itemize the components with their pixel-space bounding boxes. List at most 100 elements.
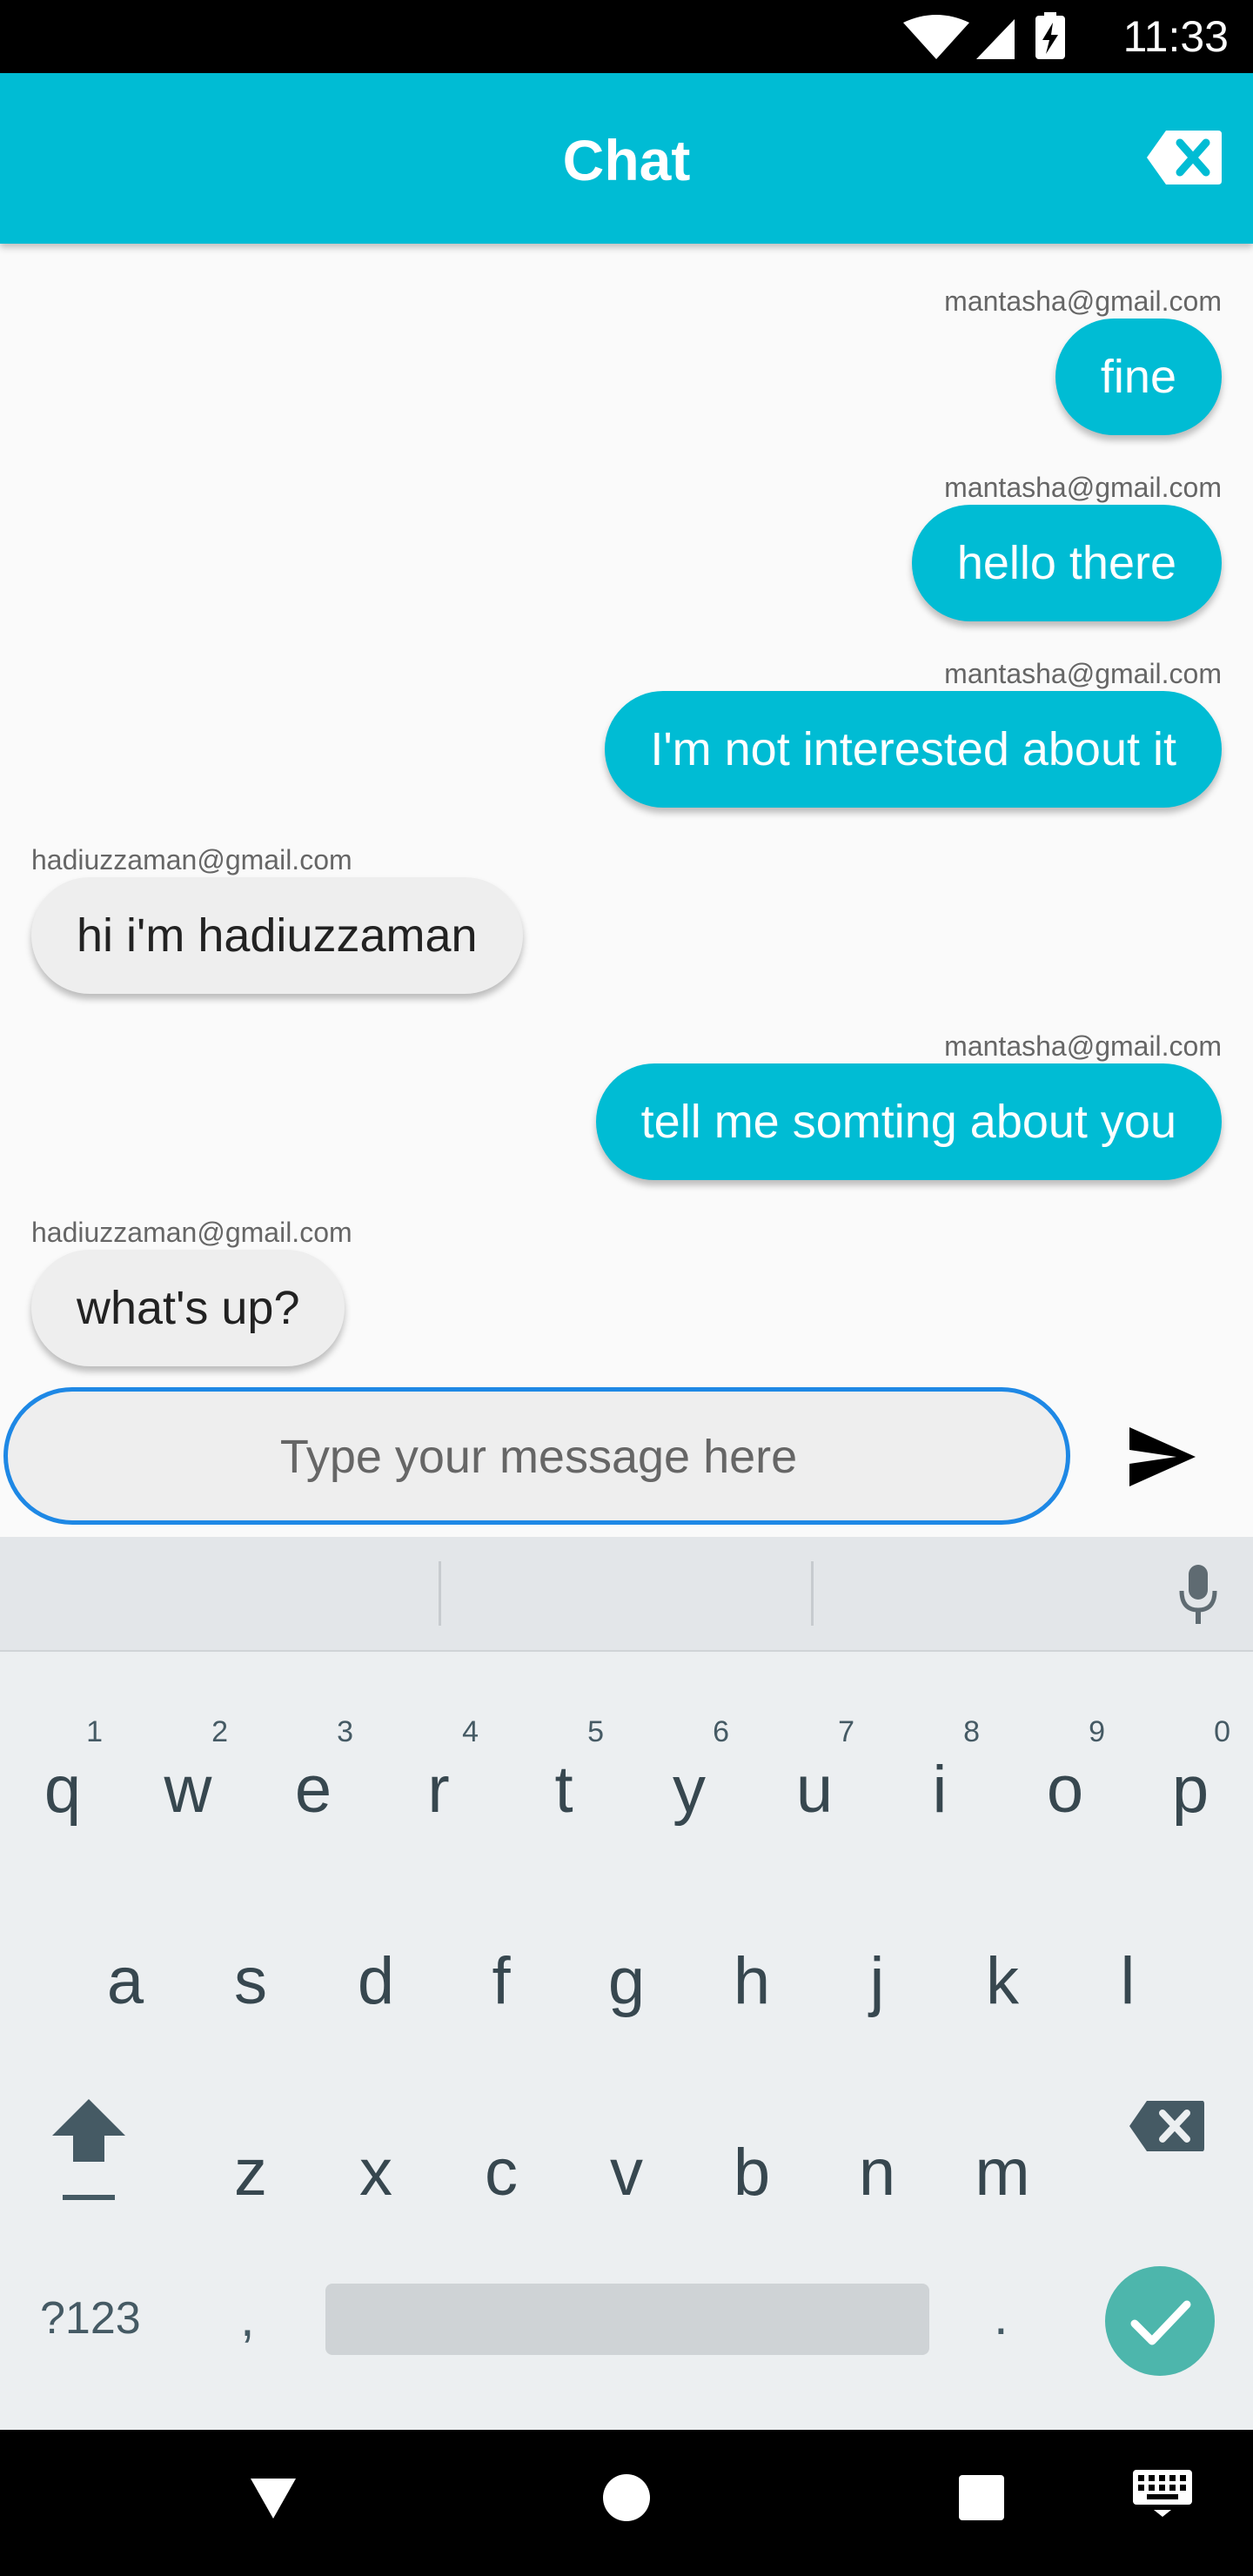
key-v[interactable]: v	[592, 2134, 661, 2212]
key-label: s	[234, 1944, 267, 2018]
key-h[interactable]: h	[717, 1942, 787, 2021]
message-list[interactable]: mantasha@gmail.com fine mantasha@gmail.c…	[0, 244, 1253, 1384]
back-icon[interactable]	[247, 2472, 299, 2524]
message-sender: mantasha@gmail.com	[944, 658, 1222, 689]
wifi-icon	[903, 15, 969, 59]
page-title: Chat	[562, 128, 691, 192]
message-sender: hadiuzzaman@gmail.com	[31, 1217, 352, 1248]
key-number-hint: 7	[838, 1715, 854, 1748]
message-field[interactable]	[3, 1387, 1070, 1525]
key-e[interactable]: e3	[278, 1715, 353, 1829]
backspace-icon[interactable]	[1128, 2099, 1206, 2153]
key-number-hint: 1	[86, 1715, 103, 1748]
key-o[interactable]: o9	[1030, 1715, 1105, 1829]
message-bubble[interactable]: what's up?	[31, 1250, 345, 1366]
key-q[interactable]: q1	[28, 1715, 103, 1829]
key-f[interactable]: f	[466, 1942, 536, 2021]
key-label: m	[975, 2136, 1030, 2210]
message-item: mantasha@gmail.com I'm not interested ab…	[605, 656, 1222, 808]
key-number-hint: 9	[1089, 1715, 1105, 1748]
key-l[interactable]: l	[1093, 1942, 1163, 2021]
suggestion-strip	[0, 1537, 1253, 1652]
space-key[interactable]	[325, 2284, 929, 2355]
comma-key[interactable]: ,	[240, 2284, 255, 2353]
key-number-hint: 3	[337, 1715, 353, 1748]
key-c[interactable]: c	[466, 2134, 536, 2212]
symbols-key[interactable]: ?123	[40, 2284, 141, 2353]
key-r[interactable]: r4	[404, 1715, 479, 1829]
key-u[interactable]: u7	[780, 1715, 854, 1829]
key-z[interactable]: z	[216, 2134, 285, 2212]
app-bar: Chat	[0, 73, 1253, 244]
suggestion-divider	[811, 1561, 814, 1626]
status-bar: 11:33	[0, 0, 1253, 73]
key-number-hint: 0	[1214, 1715, 1230, 1748]
key-label: c	[485, 2136, 518, 2210]
key-label: x	[359, 2136, 392, 2210]
message-item: mantasha@gmail.com hello there	[911, 470, 1222, 621]
checkmark-icon	[1130, 2300, 1191, 2345]
recents-icon[interactable]	[955, 2472, 1008, 2524]
key-t[interactable]: t5	[529, 1715, 604, 1829]
key-n[interactable]: n	[842, 2134, 912, 2212]
key-b[interactable]: b	[717, 2134, 787, 2212]
key-s[interactable]: s	[216, 1942, 285, 2021]
key-label: e	[294, 1753, 332, 1827]
enter-key[interactable]	[1105, 2266, 1215, 2376]
key-x[interactable]: x	[341, 2134, 411, 2212]
key-label: r	[427, 1753, 450, 1827]
status-time: 11:33	[1122, 12, 1229, 61]
key-g[interactable]: g	[592, 1942, 661, 2021]
key-label: w	[164, 1753, 212, 1827]
key-label: p	[1171, 1753, 1209, 1827]
key-label: v	[610, 2136, 643, 2210]
key-number-hint: 6	[713, 1715, 729, 1748]
shift-icon[interactable]	[50, 2094, 127, 2207]
key-m[interactable]: m	[968, 2134, 1037, 2212]
key-y[interactable]: y6	[654, 1715, 729, 1829]
send-icon[interactable]	[1128, 1424, 1197, 1490]
message-sender: mantasha@gmail.com	[944, 1030, 1222, 1062]
message-item: hadiuzzaman@gmail.com hi i'm hadiuzzaman	[31, 842, 523, 994]
key-label: k	[986, 1944, 1019, 2018]
key-j[interactable]: j	[842, 1942, 912, 2021]
key-k[interactable]: k	[968, 1942, 1037, 2021]
message-bubble[interactable]: tell me somting about you	[595, 1063, 1222, 1180]
message-bubble[interactable]: fine	[1055, 319, 1222, 435]
key-number-hint: 4	[462, 1715, 479, 1748]
key-p[interactable]: p0	[1156, 1715, 1230, 1829]
message-sender: mantasha@gmail.com	[944, 472, 1222, 503]
message-composer	[0, 1384, 1253, 1537]
key-label: t	[554, 1753, 573, 1827]
keyboard-switch-icon[interactable]	[1131, 2466, 1194, 2519]
battery-charging-icon	[1035, 12, 1065, 59]
period-key[interactable]: .	[994, 2282, 1008, 2351]
message-sender: mantasha@gmail.com	[944, 285, 1222, 317]
key-label: q	[44, 1753, 82, 1827]
key-number-hint: 2	[211, 1715, 228, 1748]
message-bubble[interactable]: hello there	[911, 505, 1222, 621]
home-icon[interactable]	[600, 2472, 653, 2524]
message-input[interactable]	[8, 1392, 1069, 1522]
key-label: b	[733, 2136, 771, 2210]
key-a[interactable]: a	[90, 1942, 160, 2021]
backspace-clear-icon[interactable]	[1145, 127, 1223, 188]
signal-icon	[976, 19, 1015, 59]
key-d[interactable]: d	[341, 1942, 411, 2021]
microphone-icon[interactable]	[1176, 1563, 1220, 1627]
message-item: mantasha@gmail.com fine	[944, 284, 1222, 435]
message-item: hadiuzzaman@gmail.com what's up?	[31, 1215, 352, 1366]
key-w[interactable]: w2	[153, 1715, 228, 1829]
message-bubble[interactable]: I'm not interested about it	[605, 691, 1222, 808]
key-label: z	[234, 2136, 267, 2210]
key-label: h	[733, 1944, 771, 2018]
key-label: o	[1046, 1753, 1084, 1827]
key-i[interactable]: i8	[905, 1715, 980, 1829]
key-number-hint: 8	[963, 1715, 980, 1748]
key-label: j	[869, 1944, 885, 2018]
key-label: d	[357, 1944, 395, 2018]
key-label: f	[492, 1944, 511, 2018]
key-label: u	[795, 1753, 834, 1827]
message-bubble[interactable]: hi i'm hadiuzzaman	[31, 877, 523, 994]
key-label: a	[106, 1944, 144, 2018]
